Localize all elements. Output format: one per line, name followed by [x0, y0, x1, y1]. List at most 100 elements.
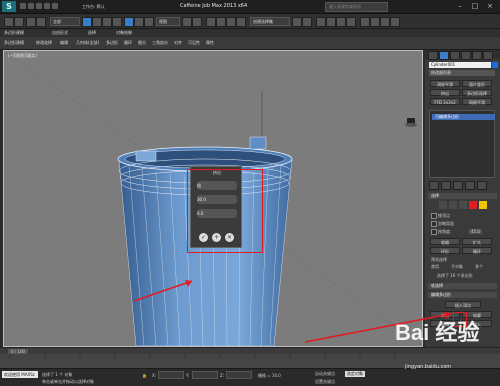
curve-editor-icon[interactable]: [336, 17, 346, 27]
preview-multi-radio[interactable]: 多个: [475, 264, 483, 270]
manipulate-icon[interactable]: [192, 17, 202, 27]
search-input[interactable]: 键入关键字或短语: [325, 2, 388, 12]
by-angle-checkbox[interactable]: [431, 229, 437, 235]
grow-button[interactable]: 扩大: [462, 238, 492, 245]
ribbon-edit[interactable]: 编辑: [60, 37, 68, 49]
object-color-swatch[interactable]: [492, 62, 498, 68]
z-coord-field[interactable]: [226, 371, 252, 379]
remove-modifier-icon[interactable]: [465, 181, 475, 190]
tab-object-paint[interactable]: 对象绘制: [116, 29, 132, 37]
set-key-button[interactable]: 设置关键点: [315, 379, 335, 385]
tab-graphite[interactable]: 多边形建模: [4, 29, 24, 37]
edit-polygons-rollout[interactable]: 编辑多边形: [428, 292, 497, 298]
workspace-label[interactable]: 工作台: 默认: [82, 4, 105, 10]
object-name-field[interactable]: Cylinder001: [429, 62, 491, 68]
material-editor-icon[interactable]: [360, 17, 370, 27]
y-coord-field[interactable]: [192, 371, 218, 379]
open-icon[interactable]: [28, 3, 34, 9]
create-tab-icon[interactable]: [428, 51, 438, 60]
pin-stack-icon[interactable]: [429, 181, 439, 190]
graphite-icon[interactable]: [326, 17, 336, 27]
modifier-button[interactable]: FFD 2x2x2: [430, 98, 460, 105]
select-by-name-icon[interactable]: [92, 17, 102, 27]
ignore-backfacing-checkbox[interactable]: [431, 221, 437, 227]
ribbon-triangulation[interactable]: 三角剖分: [152, 37, 168, 49]
rect-selection-icon[interactable]: [102, 17, 112, 27]
render-frame-icon[interactable]: [380, 17, 390, 27]
mirror-icon[interactable]: [292, 17, 302, 27]
by-vertex-checkbox[interactable]: [431, 213, 437, 219]
modifier-button[interactable]: 面片变形: [462, 80, 492, 87]
show-end-result-icon[interactable]: [441, 181, 451, 190]
ribbon-geometry[interactable]: 几何体(全部): [76, 37, 99, 49]
polygon-mode-icon[interactable]: [469, 201, 477, 209]
ribbon-visibility[interactable]: 可见性: [188, 37, 200, 49]
schematic-icon[interactable]: [346, 17, 356, 27]
angle-snap-icon[interactable]: [216, 17, 226, 27]
spinner-snap-icon[interactable]: [236, 17, 246, 27]
preview-subobject-radio[interactable]: 子对象: [451, 264, 463, 270]
reference-coord-dropdown[interactable]: 视图: [156, 17, 180, 26]
lock-icon[interactable]: 🔒: [142, 373, 147, 378]
window-crossing-icon[interactable]: [112, 17, 122, 27]
ribbon-modify-selection[interactable]: 修改选择: [36, 37, 52, 49]
tab-freeform[interactable]: 自由形式: [52, 29, 68, 37]
auto-key-button[interactable]: 自动关键点: [315, 371, 335, 377]
key-filter-dropdown[interactable]: 选定对象: [345, 371, 365, 377]
layer-icon[interactable]: [316, 17, 326, 27]
render-icon[interactable]: [390, 17, 400, 27]
preview-disabled-radio[interactable]: 禁用: [431, 264, 439, 270]
angle-value-field[interactable]: 45.0: [469, 229, 482, 234]
border-mode-icon[interactable]: [459, 201, 467, 209]
unlink-icon[interactable]: [36, 17, 46, 27]
hierarchy-tab-icon[interactable]: [450, 51, 460, 60]
modifier-button[interactable]: 多边形选择: [462, 89, 492, 96]
rotate-icon[interactable]: [134, 17, 144, 27]
ribbon-polygons[interactable]: 多边形: [106, 37, 118, 49]
maxscript-listener[interactable]: 欢迎使用 MAXSc: [2, 371, 38, 378]
soft-selection-rollout[interactable]: 软选择: [428, 283, 497, 289]
move-icon[interactable]: [124, 17, 134, 27]
pivot-icon[interactable]: [182, 17, 192, 27]
link-icon[interactable]: [26, 17, 36, 27]
display-tab-icon[interactable]: [472, 51, 482, 60]
align-icon[interactable]: [302, 17, 312, 27]
ribbon-polymodeling[interactable]: 多边形建模: [4, 37, 24, 49]
shrink-button[interactable]: 收缩: [430, 238, 460, 245]
modifier-button[interactable]: 网格平滑: [462, 98, 492, 105]
modifier-button[interactable]: 挤出: [430, 89, 460, 96]
minimize-icon[interactable]: –: [455, 1, 465, 11]
save-icon[interactable]: [36, 3, 42, 9]
named-selection-dropdown[interactable]: 创建选择集: [250, 17, 290, 26]
utilities-tab-icon[interactable]: [483, 51, 493, 60]
viewcube-icon[interactable]: [404, 116, 418, 128]
make-unique-icon[interactable]: [453, 181, 463, 190]
close-icon[interactable]: ×: [485, 1, 495, 11]
selection-rollout[interactable]: 选择: [428, 193, 497, 199]
undo-button[interactable]: [4, 17, 14, 27]
select-object-icon[interactable]: [82, 17, 92, 27]
ring-button[interactable]: 环形: [430, 247, 460, 254]
motion-tab-icon[interactable]: [461, 51, 471, 60]
modifier-button[interactable]: 涡轮平滑: [430, 80, 460, 87]
snap-toggle-icon[interactable]: [206, 17, 216, 27]
redo-button[interactable]: [14, 17, 24, 27]
ribbon-properties[interactable]: 属性: [206, 37, 214, 49]
modifier-stack[interactable]: 可编辑多边形: [429, 110, 495, 178]
ribbon-subdivision[interactable]: 细分: [138, 37, 146, 49]
x-coord-field[interactable]: [158, 371, 184, 379]
redo-icon[interactable]: [52, 3, 58, 9]
tab-selection[interactable]: 选择: [88, 29, 96, 37]
configure-sets-icon[interactable]: [477, 181, 487, 190]
modifier-list-dropdown[interactable]: 修改器列表: [429, 70, 495, 76]
scale-icon[interactable]: [144, 17, 154, 27]
ribbon-align[interactable]: 对齐: [174, 37, 182, 49]
new-icon[interactable]: [20, 3, 26, 9]
edge-mode-icon[interactable]: [449, 201, 457, 209]
undo-icon[interactable]: [44, 3, 50, 9]
ribbon-loops[interactable]: 循环: [124, 37, 132, 49]
stack-item-editable-poly[interactable]: 可编辑多边形: [432, 114, 495, 120]
app-logo-icon[interactable]: S: [2, 1, 16, 12]
loop-button[interactable]: 循环: [462, 247, 492, 254]
modify-tab-icon[interactable]: [439, 51, 449, 60]
